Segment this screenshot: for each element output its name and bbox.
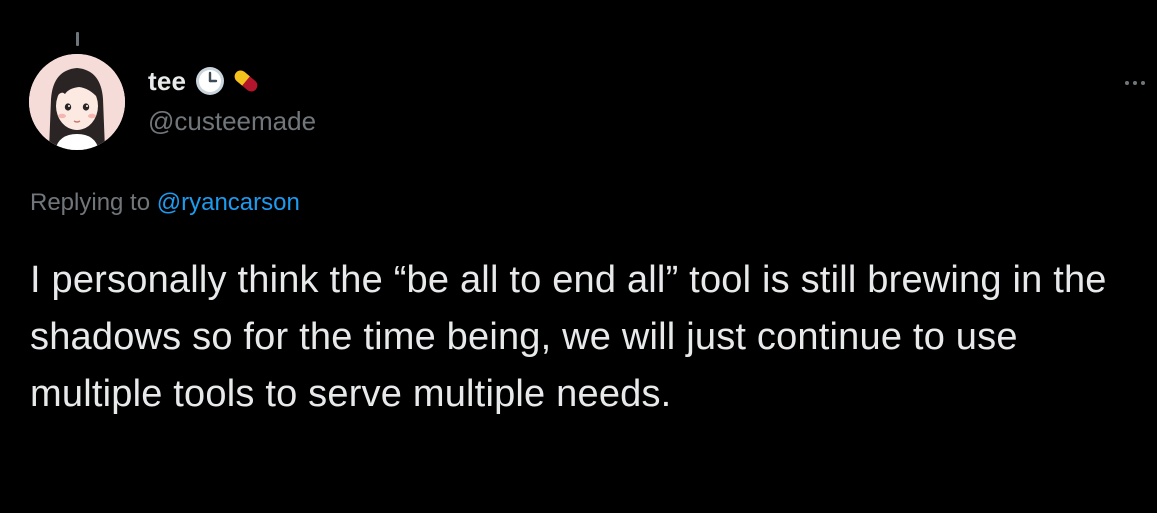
- replying-to-line: Replying to @ryancarson: [30, 189, 300, 217]
- author-display-name[interactable]: tee: [148, 66, 186, 97]
- tweet-text: I personally think the “be all to end al…: [30, 259, 1107, 415]
- clock-emoji-icon: [194, 65, 226, 97]
- more-icon-dot: [1141, 81, 1145, 85]
- thread-connector-line: [76, 32, 79, 46]
- more-icon: [1125, 81, 1129, 85]
- more-icon-dot: [1133, 81, 1137, 85]
- reply-target-link[interactable]: @ryancarson: [157, 189, 300, 216]
- more-options-button[interactable]: [1118, 66, 1152, 100]
- avatar-illustration: [29, 54, 125, 150]
- author-handle[interactable]: @custeemade: [148, 106, 316, 137]
- avatar[interactable]: [29, 54, 125, 150]
- pill-emoji-icon: [230, 65, 262, 97]
- author-name-row: tee: [148, 62, 262, 100]
- replying-to-label: Replying to: [30, 189, 157, 216]
